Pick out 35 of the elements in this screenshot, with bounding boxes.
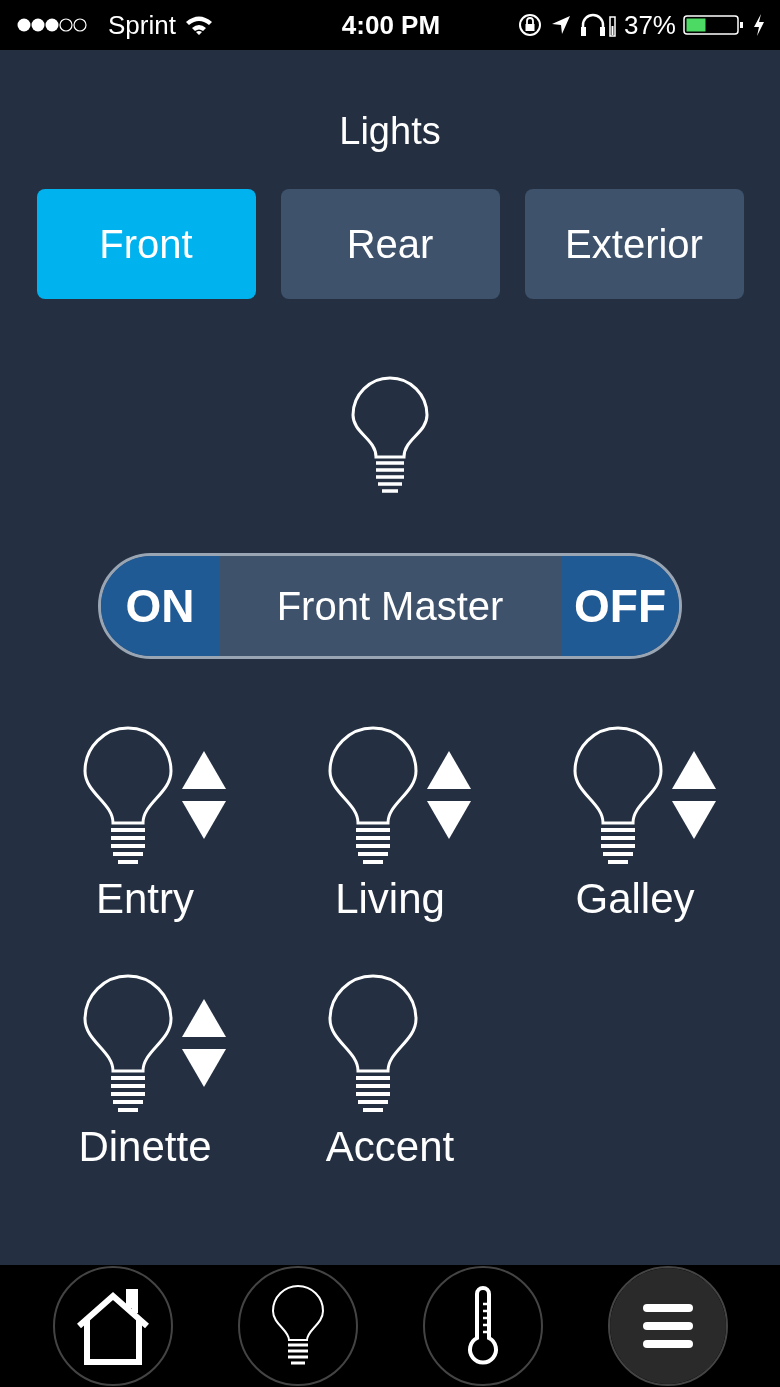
battery-percent: 37% — [623, 9, 676, 41]
page-title: Lights — [339, 110, 441, 153]
lightbulb-icon[interactable] — [82, 973, 174, 1115]
light-label: Entry — [96, 875, 194, 923]
rotation-lock-icon — [516, 12, 543, 38]
light-label: Galley — [575, 875, 695, 923]
zone-tab[interactable]: Exterior — [524, 189, 744, 299]
up-arrow-icon[interactable] — [672, 751, 716, 789]
lightbulb-icon[interactable] — [82, 725, 174, 867]
lightbulb-icon — [270, 1284, 325, 1368]
down-arrow-icon[interactable] — [427, 801, 471, 839]
up-arrow-icon[interactable] — [182, 751, 226, 789]
thermometer-icon — [465, 1286, 500, 1366]
menu-icon — [642, 1304, 693, 1348]
up-arrow-icon[interactable] — [182, 999, 226, 1037]
master-label: Front Master — [275, 583, 505, 629]
carrier-name: Sprint — [108, 9, 176, 41]
battery-icon — [683, 14, 745, 36]
light-label: Dinette — [78, 1123, 212, 1171]
down-arrow-icon[interactable] — [672, 801, 716, 839]
headphones-icon — [578, 12, 617, 38]
lightbulb-icon — [350, 375, 430, 495]
light-label: Living — [335, 875, 445, 923]
light-label: Accent — [325, 1123, 455, 1171]
up-arrow-icon[interactable] — [427, 751, 471, 789]
down-arrow-icon[interactable] — [182, 1049, 226, 1087]
lightbulb-icon[interactable] — [572, 725, 664, 867]
off-button[interactable]: OFF — [561, 556, 679, 656]
zone-tab[interactable]: Rear — [280, 189, 500, 299]
lightbulb-icon[interactable] — [327, 725, 419, 867]
lightbulb-icon[interactable] — [327, 973, 419, 1115]
down-arrow-icon[interactable] — [182, 801, 226, 839]
clock-time: 4:00 PM — [341, 9, 441, 41]
on-button[interactable]: ON — [101, 556, 219, 656]
charging-icon — [752, 13, 766, 37]
